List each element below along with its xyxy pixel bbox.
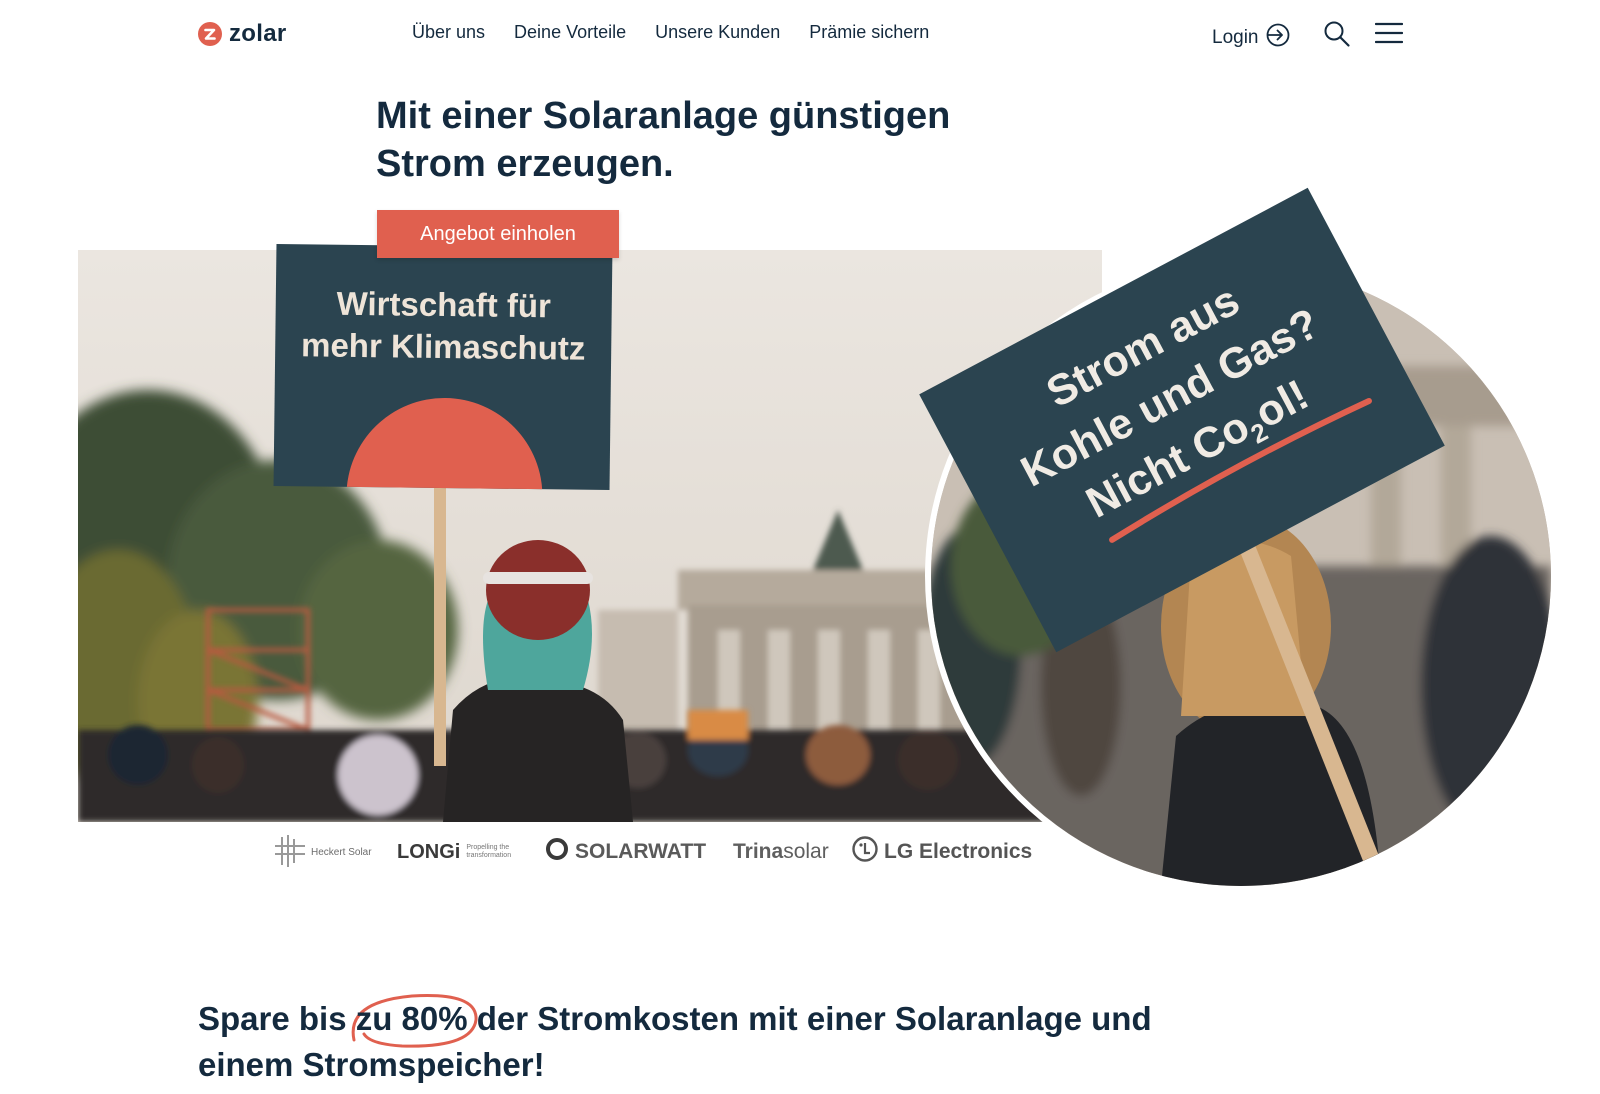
menu-icon[interactable] xyxy=(1374,21,1404,50)
partner-logo-lg: LG Electronics xyxy=(852,836,1032,868)
hero-title: Mit einer Solaranlage günstigen Strom er… xyxy=(376,92,1076,188)
login-label: Login xyxy=(1212,27,1259,48)
nav-item-praemie[interactable]: Prämie sichern xyxy=(809,22,929,43)
search-icon[interactable] xyxy=(1323,20,1351,53)
lg-text: LG Electronics xyxy=(884,840,1033,863)
main-nav: Über uns Deine Vorteile Unsere Kunden Pr… xyxy=(412,22,929,43)
hero-title-line1: Mit einer Solaranlage günstigen xyxy=(376,95,951,137)
lg-face-icon xyxy=(852,836,878,868)
partner-logo-heckert: Heckert Solar xyxy=(275,834,372,870)
hero-title-line2: Strom erzeugen. xyxy=(376,143,674,185)
solarwatt-ring-icon xyxy=(545,837,569,867)
solarwatt-text: SOLARWATT xyxy=(575,840,707,863)
sign-left-line1: Wirtschaft für xyxy=(336,284,552,325)
nav-item-vorteile[interactable]: Deine Vorteile xyxy=(514,22,626,43)
savings-text-part2: der Stromkosten mit einer Solaranlage un… xyxy=(467,1000,1152,1037)
savings-text-part1: Spare bis xyxy=(198,1000,356,1037)
login-button[interactable]: Login xyxy=(1212,22,1291,54)
partner-logo-longi: LONGi Propelling the transformation xyxy=(397,836,511,868)
sign-left-line2: mehr Klimaschutz xyxy=(300,326,586,367)
partner-logo-trinasolar: Trina solar xyxy=(733,836,829,868)
sign-sun-shape xyxy=(345,396,544,491)
login-arrow-icon xyxy=(1265,22,1291,54)
nav-item-ueber-uns[interactable]: Über uns xyxy=(412,22,485,43)
zolar-logo-icon xyxy=(198,22,222,46)
savings-headline: Spare bis zu 80% der Stromkosten mit ein… xyxy=(198,994,1298,1088)
trina-text: Trina xyxy=(733,840,784,863)
partner-logo-solarwatt: SOLARWATT xyxy=(545,836,706,868)
zolar-logo[interactable]: zolar xyxy=(198,20,287,48)
heckert-mark-icon xyxy=(275,834,305,870)
longi-text: LONGi xyxy=(397,840,461,863)
nav-item-kunden[interactable]: Unsere Kunden xyxy=(655,22,780,43)
solar-text: solar xyxy=(783,840,829,863)
heckert-text: Heckert Solar xyxy=(311,846,372,858)
protest-sign-left: Wirtschaft für mehr Klimaschutz xyxy=(273,243,613,491)
angebot-einholen-button[interactable]: Angebot einholen xyxy=(377,210,619,258)
longi-tagline: Propelling the transformation xyxy=(466,844,512,859)
logo-text: zolar xyxy=(229,20,287,47)
savings-highlight: zu 80% xyxy=(351,994,478,1048)
